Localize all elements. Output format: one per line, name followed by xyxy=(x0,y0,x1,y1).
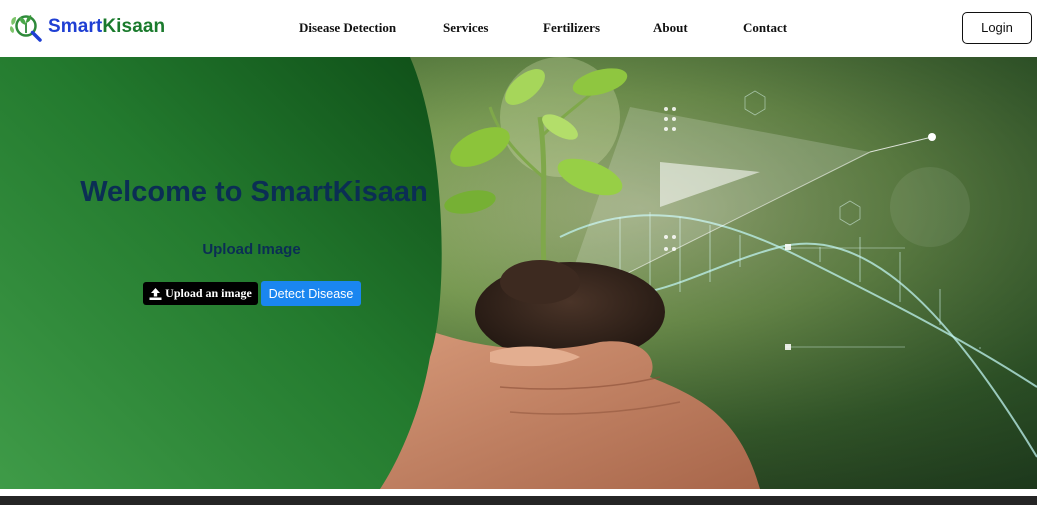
nav-fertilizers[interactable]: Fertilizers xyxy=(543,20,600,36)
upload-image-heading: Upload Image xyxy=(202,241,301,258)
nav-services[interactable]: Services xyxy=(443,20,488,36)
login-button[interactable]: Login xyxy=(962,12,1032,44)
footer-top-edge xyxy=(0,496,1037,505)
brand-logo[interactable]: SmartKisaan xyxy=(9,11,165,43)
upload-arrow-icon xyxy=(149,287,162,300)
hero-background-image xyxy=(0,57,1037,489)
plant-magnifier-icon xyxy=(9,15,42,42)
nav-about[interactable]: About xyxy=(653,20,688,36)
upload-image-button-label: Upload an image xyxy=(165,286,252,300)
hero-section: Welcome to SmartKisaan Upload Image Uplo… xyxy=(0,57,1037,489)
brand-name: SmartKisaan xyxy=(48,16,165,38)
section-divider xyxy=(0,489,1037,496)
nav-disease-detection[interactable]: Disease Detection xyxy=(299,20,396,36)
detect-disease-button[interactable]: Detect Disease xyxy=(261,281,361,306)
hero-title: Welcome to SmartKisaan xyxy=(80,176,428,208)
top-navbar: SmartKisaan Disease Detection Services F… xyxy=(0,0,1037,57)
brand-name-kisaan: Kisaan xyxy=(102,16,166,37)
brand-name-smart: Smart xyxy=(48,16,103,37)
upload-image-button[interactable]: Upload an image xyxy=(143,282,258,305)
nav-contact[interactable]: Contact xyxy=(743,20,787,36)
